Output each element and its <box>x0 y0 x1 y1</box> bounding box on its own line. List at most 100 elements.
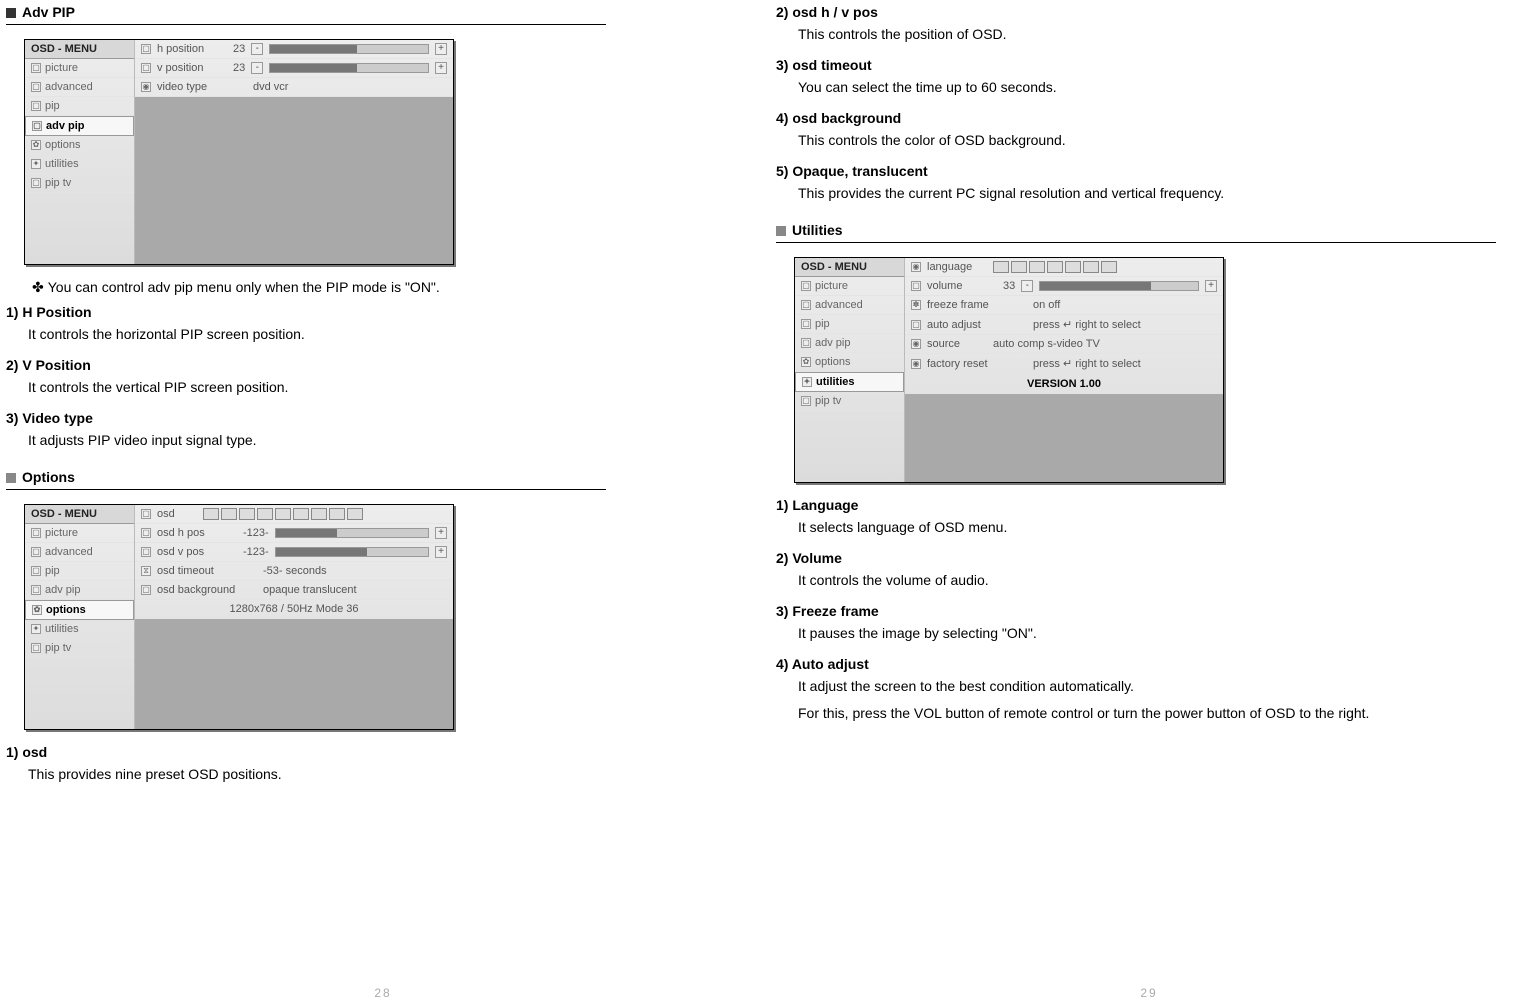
osd-timeout-row: ⧖osd timeout-53- seconds <box>135 562 453 581</box>
osd-menu-piptv: ▢pip tv <box>25 174 134 193</box>
language-head: 1) Language <box>776 497 1502 513</box>
plus-icon: + <box>435 546 447 558</box>
pip-icon: ▢ <box>31 101 41 111</box>
osd-options-screenshot: OSD - MENU ▢picture ▢advanced ▢pip ▢adv … <box>24 504 454 730</box>
osd-menu-piptv: ▢pip tv <box>795 392 904 411</box>
osd-menu-options: ✿options <box>25 600 134 620</box>
row-icon: ◉ <box>141 82 151 92</box>
pip-icon: ▢ <box>31 566 41 576</box>
osd-hvpos-head: 2) osd h / v pos <box>776 4 1502 20</box>
osd-freeze-row: ✽freeze frameon off <box>905 296 1223 315</box>
osd-menu-options: ✿options <box>25 136 134 155</box>
flag-icon <box>1065 261 1081 273</box>
slider <box>269 63 429 73</box>
osd-autoadjust-row: ▢auto adjustpress ↵ right to select <box>905 315 1223 335</box>
row-icon: ◉ <box>911 359 921 369</box>
osd-menu-options: ✿options <box>795 353 904 372</box>
picture-icon: ▢ <box>31 528 41 538</box>
osd-menu-utilities: ✦utilities <box>795 372 904 392</box>
row-icon: ◉ <box>911 262 921 272</box>
autoadjust-body1: It adjust the screen to the best conditi… <box>798 676 1502 697</box>
osd-menu-advpip: ▢adv pip <box>795 334 904 353</box>
clover-icon: ✤ <box>32 279 44 295</box>
piptv-icon: ▢ <box>31 178 41 188</box>
advanced-icon: ▢ <box>31 82 41 92</box>
advanced-icon: ▢ <box>31 547 41 557</box>
osd-bg-body: This controls the color of OSD backgroun… <box>798 130 1502 151</box>
opaque-body: This provides the current PC signal reso… <box>798 183 1502 204</box>
osd-title: OSD - MENU <box>795 258 904 277</box>
flag-icon <box>1101 261 1117 273</box>
freeze-head: 3) Freeze frame <box>776 603 1502 619</box>
utilities-icon: ✦ <box>802 377 812 387</box>
utilities-icon: ✦ <box>31 624 41 634</box>
osd-source-row: ◉sourceauto comp s-video TV <box>905 335 1223 354</box>
row-icon: ▢ <box>141 585 151 595</box>
row-icon: ▢ <box>141 528 151 538</box>
osd-vpos-row: ▢osd v pos-123-+ <box>135 543 453 562</box>
language-body: It selects language of OSD menu. <box>798 517 1502 538</box>
page-left: Adv PIP OSD - MENU ▢picture ▢advanced ▢p… <box>0 0 766 1006</box>
row-icon: ✽ <box>911 300 921 310</box>
osd-hpos-row: ▢osd h pos-123-+ <box>135 524 453 543</box>
autoadjust-head: 4) Auto adjust <box>776 656 1502 672</box>
minus-icon: - <box>251 43 263 55</box>
advpip-icon: ▢ <box>31 585 41 595</box>
row-icon: ▢ <box>141 509 151 519</box>
divider <box>6 489 606 490</box>
osd-menu-pip: ▢pip <box>25 562 134 581</box>
row-icon: ▢ <box>141 547 151 557</box>
osd-body-text: This provides nine preset OSD positions. <box>28 764 726 785</box>
osd-menu-advpip: ▢adv pip <box>25 581 134 600</box>
pip-icon: ▢ <box>801 319 811 329</box>
square-bullet-icon <box>6 8 16 18</box>
osd-advpip-screenshot: OSD - MENU ▢picture ▢advanced ▢pip ▢adv … <box>24 39 454 265</box>
osd-menu-advanced: ▢advanced <box>25 543 134 562</box>
osd-videotype-row: ◉video typedvd vcr <box>135 78 453 97</box>
options-icon: ✿ <box>32 605 42 615</box>
osd-menu-advanced: ▢advanced <box>25 78 134 97</box>
osd-hvpos-body: This controls the position of OSD. <box>798 24 1502 45</box>
row-icon: ▢ <box>911 281 921 291</box>
flag-icon <box>993 261 1009 273</box>
osd-menu-piptv: ▢pip tv <box>25 639 134 658</box>
osd-utilities-screenshot: OSD - MENU ▢picture ▢advanced ▢pip ▢adv … <box>794 257 1224 483</box>
osd-menu-picture: ▢picture <box>25 59 134 78</box>
osd-hposition-row: ▢h position23-+ <box>135 40 453 59</box>
row-icon: ▢ <box>141 44 151 54</box>
osd-background-row: ▢osd backgroundopaque translucent <box>135 581 453 600</box>
divider <box>776 242 1496 243</box>
plus-icon: + <box>435 62 447 74</box>
volume-head: 2) Volume <box>776 550 1502 566</box>
osd-menu-utilities: ✦utilities <box>25 155 134 174</box>
minus-icon: - <box>251 62 263 74</box>
plus-icon: + <box>435 43 447 55</box>
slider <box>275 528 429 538</box>
row-icon: ◉ <box>911 339 921 349</box>
picture-icon: ▢ <box>31 63 41 73</box>
osd-menu-advanced: ▢advanced <box>795 296 904 315</box>
videotype-head: 3) Video type <box>6 410 726 426</box>
section-label: Adv PIP <box>22 4 75 20</box>
plus-icon: + <box>1205 280 1217 292</box>
slider <box>275 547 429 557</box>
flag-icon <box>1029 261 1045 273</box>
flag-icon <box>1011 261 1027 273</box>
divider <box>6 24 606 25</box>
slider <box>269 44 429 54</box>
slider <box>1039 281 1199 291</box>
osd-vposition-row: ▢v position23-+ <box>135 59 453 78</box>
osd-version: VERSION 1.00 <box>905 374 1223 394</box>
piptv-icon: ▢ <box>31 643 41 653</box>
options-icon: ✿ <box>31 140 41 150</box>
flag-icon <box>1047 261 1063 273</box>
vposition-head: 2) V Position <box>6 357 726 373</box>
osd-timeout-body: You can select the time up to 60 seconds… <box>798 77 1502 98</box>
volume-body: It controls the volume of audio. <box>798 570 1502 591</box>
videotype-body: It adjusts PIP video input signal type. <box>28 430 726 451</box>
osd-menu-pip: ▢pip <box>795 315 904 334</box>
osd-volume-row: ▢volume33-+ <box>905 277 1223 296</box>
advpip-icon: ▢ <box>801 338 811 348</box>
opaque-head: 5) Opaque, translucent <box>776 163 1502 179</box>
osd-factory-row: ◉factory resetpress ↵ right to select <box>905 354 1223 374</box>
